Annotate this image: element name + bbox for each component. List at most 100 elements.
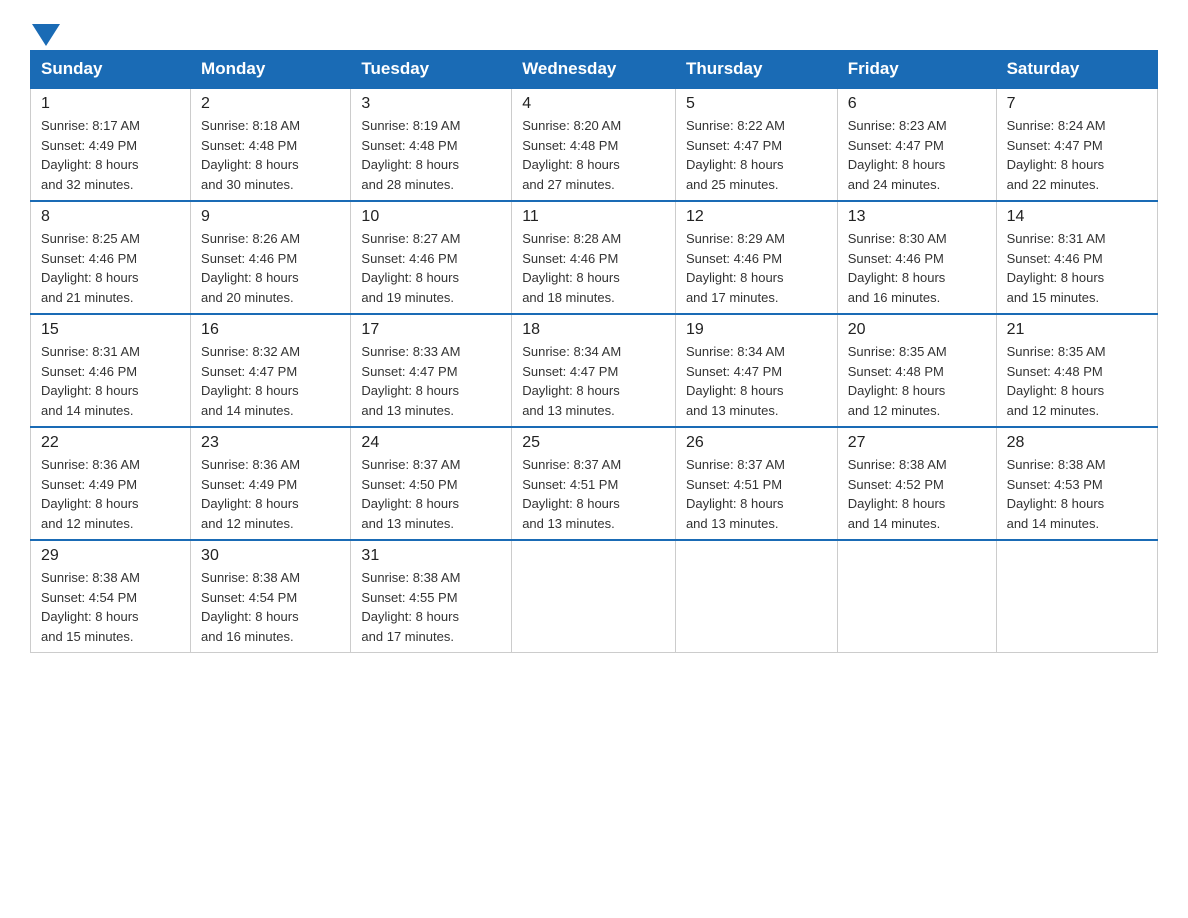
day-cell-11: 11 Sunrise: 8:28 AM Sunset: 4:46 PM Dayl… (512, 201, 676, 314)
day-cell-18: 18 Sunrise: 8:34 AM Sunset: 4:47 PM Dayl… (512, 314, 676, 427)
empty-cell (837, 540, 996, 653)
day-number: 28 (1007, 434, 1147, 452)
day-number: 30 (201, 547, 340, 565)
day-info: Sunrise: 8:34 AM Sunset: 4:47 PM Dayligh… (522, 342, 665, 420)
day-cell-17: 17 Sunrise: 8:33 AM Sunset: 4:47 PM Dayl… (351, 314, 512, 427)
header-tuesday: Tuesday (351, 51, 512, 89)
day-cell-12: 12 Sunrise: 8:29 AM Sunset: 4:46 PM Dayl… (675, 201, 837, 314)
day-number: 7 (1007, 95, 1147, 113)
day-number: 15 (41, 321, 180, 339)
header-thursday: Thursday (675, 51, 837, 89)
day-cell-5: 5 Sunrise: 8:22 AM Sunset: 4:47 PM Dayli… (675, 88, 837, 201)
day-number: 26 (686, 434, 827, 452)
header-wednesday: Wednesday (512, 51, 676, 89)
day-info: Sunrise: 8:38 AM Sunset: 4:54 PM Dayligh… (41, 568, 180, 646)
day-number: 19 (686, 321, 827, 339)
day-number: 11 (522, 208, 665, 226)
day-cell-24: 24 Sunrise: 8:37 AM Sunset: 4:50 PM Dayl… (351, 427, 512, 540)
day-cell-16: 16 Sunrise: 8:32 AM Sunset: 4:47 PM Dayl… (191, 314, 351, 427)
day-number: 18 (522, 321, 665, 339)
day-cell-4: 4 Sunrise: 8:20 AM Sunset: 4:48 PM Dayli… (512, 88, 676, 201)
day-info: Sunrise: 8:38 AM Sunset: 4:53 PM Dayligh… (1007, 455, 1147, 533)
empty-cell (675, 540, 837, 653)
header-monday: Monday (191, 51, 351, 89)
day-info: Sunrise: 8:24 AM Sunset: 4:47 PM Dayligh… (1007, 116, 1147, 194)
page-header (30, 20, 1158, 40)
header-saturday: Saturday (996, 51, 1157, 89)
day-cell-10: 10 Sunrise: 8:27 AM Sunset: 4:46 PM Dayl… (351, 201, 512, 314)
day-cell-13: 13 Sunrise: 8:30 AM Sunset: 4:46 PM Dayl… (837, 201, 996, 314)
day-cell-6: 6 Sunrise: 8:23 AM Sunset: 4:47 PM Dayli… (837, 88, 996, 201)
logo (30, 20, 60, 40)
header-sunday: Sunday (31, 51, 191, 89)
day-number: 24 (361, 434, 501, 452)
day-number: 3 (361, 95, 501, 113)
calendar-row: 1 Sunrise: 8:17 AM Sunset: 4:49 PM Dayli… (31, 88, 1158, 201)
day-cell-23: 23 Sunrise: 8:36 AM Sunset: 4:49 PM Dayl… (191, 427, 351, 540)
day-info: Sunrise: 8:31 AM Sunset: 4:46 PM Dayligh… (1007, 229, 1147, 307)
day-cell-15: 15 Sunrise: 8:31 AM Sunset: 4:46 PM Dayl… (31, 314, 191, 427)
day-cell-2: 2 Sunrise: 8:18 AM Sunset: 4:48 PM Dayli… (191, 88, 351, 201)
day-info: Sunrise: 8:30 AM Sunset: 4:46 PM Dayligh… (848, 229, 986, 307)
day-number: 13 (848, 208, 986, 226)
day-number: 22 (41, 434, 180, 452)
header-friday: Friday (837, 51, 996, 89)
day-number: 10 (361, 208, 501, 226)
day-number: 21 (1007, 321, 1147, 339)
calendar-table: SundayMondayTuesdayWednesdayThursdayFrid… (30, 50, 1158, 653)
day-info: Sunrise: 8:32 AM Sunset: 4:47 PM Dayligh… (201, 342, 340, 420)
calendar-row: 15 Sunrise: 8:31 AM Sunset: 4:46 PM Dayl… (31, 314, 1158, 427)
day-cell-27: 27 Sunrise: 8:38 AM Sunset: 4:52 PM Dayl… (837, 427, 996, 540)
day-number: 6 (848, 95, 986, 113)
day-cell-29: 29 Sunrise: 8:38 AM Sunset: 4:54 PM Dayl… (31, 540, 191, 653)
day-cell-14: 14 Sunrise: 8:31 AM Sunset: 4:46 PM Dayl… (996, 201, 1157, 314)
day-number: 25 (522, 434, 665, 452)
day-cell-30: 30 Sunrise: 8:38 AM Sunset: 4:54 PM Dayl… (191, 540, 351, 653)
day-info: Sunrise: 8:19 AM Sunset: 4:48 PM Dayligh… (361, 116, 501, 194)
day-cell-9: 9 Sunrise: 8:26 AM Sunset: 4:46 PM Dayli… (191, 201, 351, 314)
day-info: Sunrise: 8:35 AM Sunset: 4:48 PM Dayligh… (848, 342, 986, 420)
day-cell-8: 8 Sunrise: 8:25 AM Sunset: 4:46 PM Dayli… (31, 201, 191, 314)
day-info: Sunrise: 8:22 AM Sunset: 4:47 PM Dayligh… (686, 116, 827, 194)
day-info: Sunrise: 8:18 AM Sunset: 4:48 PM Dayligh… (201, 116, 340, 194)
calendar-row: 8 Sunrise: 8:25 AM Sunset: 4:46 PM Dayli… (31, 201, 1158, 314)
day-number: 5 (686, 95, 827, 113)
day-info: Sunrise: 8:25 AM Sunset: 4:46 PM Dayligh… (41, 229, 180, 307)
day-info: Sunrise: 8:36 AM Sunset: 4:49 PM Dayligh… (41, 455, 180, 533)
day-info: Sunrise: 8:38 AM Sunset: 4:54 PM Dayligh… (201, 568, 340, 646)
day-info: Sunrise: 8:31 AM Sunset: 4:46 PM Dayligh… (41, 342, 180, 420)
day-info: Sunrise: 8:33 AM Sunset: 4:47 PM Dayligh… (361, 342, 501, 420)
day-info: Sunrise: 8:38 AM Sunset: 4:55 PM Dayligh… (361, 568, 501, 646)
day-cell-1: 1 Sunrise: 8:17 AM Sunset: 4:49 PM Dayli… (31, 88, 191, 201)
day-number: 2 (201, 95, 340, 113)
day-info: Sunrise: 8:28 AM Sunset: 4:46 PM Dayligh… (522, 229, 665, 307)
day-number: 8 (41, 208, 180, 226)
day-number: 12 (686, 208, 827, 226)
calendar-row: 29 Sunrise: 8:38 AM Sunset: 4:54 PM Dayl… (31, 540, 1158, 653)
day-cell-31: 31 Sunrise: 8:38 AM Sunset: 4:55 PM Dayl… (351, 540, 512, 653)
day-number: 1 (41, 95, 180, 113)
empty-cell (996, 540, 1157, 653)
day-cell-28: 28 Sunrise: 8:38 AM Sunset: 4:53 PM Dayl… (996, 427, 1157, 540)
day-number: 31 (361, 547, 501, 565)
day-number: 29 (41, 547, 180, 565)
day-info: Sunrise: 8:27 AM Sunset: 4:46 PM Dayligh… (361, 229, 501, 307)
day-number: 20 (848, 321, 986, 339)
day-info: Sunrise: 8:36 AM Sunset: 4:49 PM Dayligh… (201, 455, 340, 533)
day-cell-25: 25 Sunrise: 8:37 AM Sunset: 4:51 PM Dayl… (512, 427, 676, 540)
day-number: 17 (361, 321, 501, 339)
day-info: Sunrise: 8:34 AM Sunset: 4:47 PM Dayligh… (686, 342, 827, 420)
day-info: Sunrise: 8:35 AM Sunset: 4:48 PM Dayligh… (1007, 342, 1147, 420)
day-info: Sunrise: 8:29 AM Sunset: 4:46 PM Dayligh… (686, 229, 827, 307)
day-number: 16 (201, 321, 340, 339)
day-info: Sunrise: 8:17 AM Sunset: 4:49 PM Dayligh… (41, 116, 180, 194)
day-cell-21: 21 Sunrise: 8:35 AM Sunset: 4:48 PM Dayl… (996, 314, 1157, 427)
day-number: 23 (201, 434, 340, 452)
day-cell-20: 20 Sunrise: 8:35 AM Sunset: 4:48 PM Dayl… (837, 314, 996, 427)
logo-arrow-icon (32, 24, 60, 46)
day-info: Sunrise: 8:37 AM Sunset: 4:50 PM Dayligh… (361, 455, 501, 533)
calendar-header-row: SundayMondayTuesdayWednesdayThursdayFrid… (31, 51, 1158, 89)
day-info: Sunrise: 8:38 AM Sunset: 4:52 PM Dayligh… (848, 455, 986, 533)
day-cell-26: 26 Sunrise: 8:37 AM Sunset: 4:51 PM Dayl… (675, 427, 837, 540)
day-cell-19: 19 Sunrise: 8:34 AM Sunset: 4:47 PM Dayl… (675, 314, 837, 427)
